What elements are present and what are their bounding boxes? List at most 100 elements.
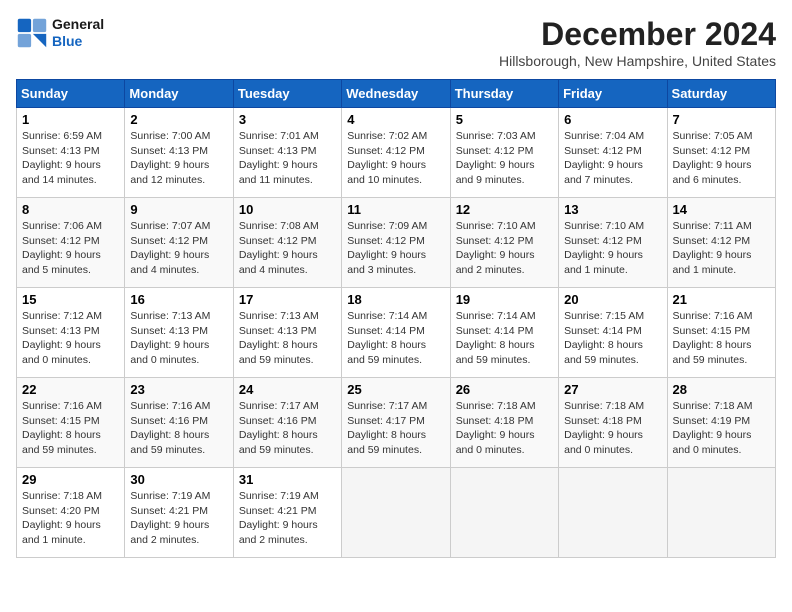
title-block: December 2024 Hillsborough, New Hampshir… — [499, 16, 776, 69]
calendar-cell: 30Sunrise: 7:19 AM Sunset: 4:21 PM Dayli… — [125, 468, 233, 558]
day-info: Sunrise: 7:18 AM Sunset: 4:20 PM Dayligh… — [22, 489, 119, 548]
day-number: 23 — [130, 382, 227, 397]
day-number: 10 — [239, 202, 336, 217]
day-number: 20 — [564, 292, 661, 307]
calendar-cell — [342, 468, 450, 558]
week-row-3: 15 Sunrise: 7:12 AM Sunset: 4:13 PM Dayli… — [17, 288, 776, 378]
day-number: 24 — [239, 382, 336, 397]
day-number: 19 — [456, 292, 553, 307]
day-info: Sunrise: 7:19 AM Sunset: 4:21 PM Dayligh… — [239, 489, 336, 548]
day-header-thursday: Thursday — [450, 80, 558, 108]
calendar-header-row: SundayMondayTuesdayWednesdayThursdayFrid… — [17, 80, 776, 108]
logo: General Blue — [16, 16, 104, 50]
calendar-cell — [667, 468, 775, 558]
calendar-cell: 21 Sunrise: 7:16 AM Sunset: 4:15 PM Dayli… — [667, 288, 775, 378]
day-number: 6 — [564, 112, 661, 127]
week-row-5: 29 Sunrise: 7:18 AM Sunset: 4:20 PM Dayli… — [17, 468, 776, 558]
calendar-cell: 1 Sunrise: 6:59 AM Sunset: 4:13 PM Daylig… — [17, 108, 125, 198]
day-number: 22 — [22, 382, 119, 397]
day-header-friday: Friday — [559, 80, 667, 108]
calendar-cell: 15 Sunrise: 7:12 AM Sunset: 4:13 PM Dayli… — [17, 288, 125, 378]
calendar-cell: 3 Sunrise: 7:01 AM Sunset: 4:13 PM Daylig… — [233, 108, 341, 198]
day-info: Sunrise: 7:18 AM Sunset: 4:18 PM Dayligh… — [564, 399, 661, 458]
day-header-tuesday: Tuesday — [233, 80, 341, 108]
calendar-cell: 18 Sunrise: 7:14 AM Sunset: 4:14 PM Dayli… — [342, 288, 450, 378]
day-info: Sunrise: 7:07 AM Sunset: 4:12 PM Dayligh… — [130, 219, 227, 278]
day-info: Sunrise: 7:06 AM Sunset: 4:12 PM Dayligh… — [22, 219, 119, 278]
day-number: 21 — [673, 292, 770, 307]
calendar-cell: 9 Sunrise: 7:07 AM Sunset: 4:12 PM Daylig… — [125, 198, 233, 288]
calendar-cell: 16Sunrise: 7:13 AM Sunset: 4:13 PM Dayli… — [125, 288, 233, 378]
day-info: Sunrise: 7:03 AM Sunset: 4:12 PM Dayligh… — [456, 129, 553, 188]
calendar-cell: 11Sunrise: 7:09 AM Sunset: 4:12 PM Dayli… — [342, 198, 450, 288]
week-row-2: 8 Sunrise: 7:06 AM Sunset: 4:12 PM Daylig… — [17, 198, 776, 288]
calendar-cell: 17Sunrise: 7:13 AM Sunset: 4:13 PM Dayli… — [233, 288, 341, 378]
day-number: 2 — [130, 112, 227, 127]
calendar-cell: 26 Sunrise: 7:18 AM Sunset: 4:18 PM Dayli… — [450, 378, 558, 468]
logo-icon — [16, 17, 48, 49]
day-number: 25 — [347, 382, 444, 397]
calendar-cell: 2Sunrise: 7:00 AM Sunset: 4:13 PM Daylig… — [125, 108, 233, 198]
calendar-title: December 2024 — [499, 16, 776, 53]
day-number: 28 — [673, 382, 770, 397]
day-number: 31 — [239, 472, 336, 487]
day-info: Sunrise: 7:12 AM Sunset: 4:13 PM Dayligh… — [22, 309, 119, 368]
day-number: 29 — [22, 472, 119, 487]
day-info: Sunrise: 7:04 AM Sunset: 4:12 PM Dayligh… — [564, 129, 661, 188]
calendar-cell: 14Sunrise: 7:11 AM Sunset: 4:12 PM Dayli… — [667, 198, 775, 288]
day-header-sunday: Sunday — [17, 80, 125, 108]
day-number: 18 — [347, 292, 444, 307]
calendar-cell — [450, 468, 558, 558]
day-header-saturday: Saturday — [667, 80, 775, 108]
day-info: Sunrise: 7:02 AM Sunset: 4:12 PM Dayligh… — [347, 129, 444, 188]
day-number: 5 — [456, 112, 553, 127]
day-info: Sunrise: 7:13 AM Sunset: 4:13 PM Dayligh… — [130, 309, 227, 368]
logo-line1: General — [52, 16, 104, 33]
day-number: 9 — [130, 202, 227, 217]
day-number: 12 — [456, 202, 553, 217]
day-info: Sunrise: 7:10 AM Sunset: 4:12 PM Dayligh… — [456, 219, 553, 278]
logo-line2: Blue — [52, 33, 104, 50]
day-info: Sunrise: 7:15 AM Sunset: 4:14 PM Dayligh… — [564, 309, 661, 368]
calendar-cell: 5 Sunrise: 7:03 AM Sunset: 4:12 PM Daylig… — [450, 108, 558, 198]
day-header-monday: Monday — [125, 80, 233, 108]
day-info: Sunrise: 7:18 AM Sunset: 4:18 PM Dayligh… — [456, 399, 553, 458]
calendar-cell: 28 Sunrise: 7:18 AM Sunset: 4:19 PM Dayli… — [667, 378, 775, 468]
day-info: Sunrise: 7:10 AM Sunset: 4:12 PM Dayligh… — [564, 219, 661, 278]
day-info: Sunrise: 6:59 AM Sunset: 4:13 PM Dayligh… — [22, 129, 119, 188]
day-info: Sunrise: 7:14 AM Sunset: 4:14 PM Dayligh… — [456, 309, 553, 368]
day-info: Sunrise: 7:18 AM Sunset: 4:19 PM Dayligh… — [673, 399, 770, 458]
calendar-cell: 19 Sunrise: 7:14 AM Sunset: 4:14 PM Dayli… — [450, 288, 558, 378]
calendar-cell: 12 Sunrise: 7:10 AM Sunset: 4:12 PM Dayli… — [450, 198, 558, 288]
day-number: 14 — [673, 202, 770, 217]
calendar-subtitle: Hillsborough, New Hampshire, United Stat… — [499, 53, 776, 69]
day-number: 8 — [22, 202, 119, 217]
page-header: General Blue December 2024 Hillsborough,… — [16, 16, 776, 69]
calendar-cell: 20 Sunrise: 7:15 AM Sunset: 4:14 PM Dayli… — [559, 288, 667, 378]
day-number: 27 — [564, 382, 661, 397]
calendar-cell: 24Sunrise: 7:17 AM Sunset: 4:16 PM Dayli… — [233, 378, 341, 468]
day-info: Sunrise: 7:01 AM Sunset: 4:13 PM Dayligh… — [239, 129, 336, 188]
day-number: 15 — [22, 292, 119, 307]
day-number: 26 — [456, 382, 553, 397]
day-number: 1 — [22, 112, 119, 127]
logo-text: General Blue — [52, 16, 104, 50]
day-number: 7 — [673, 112, 770, 127]
calendar-cell: 6 Sunrise: 7:04 AM Sunset: 4:12 PM Daylig… — [559, 108, 667, 198]
day-number: 11 — [347, 202, 444, 217]
calendar-cell: 27 Sunrise: 7:18 AM Sunset: 4:18 PM Dayli… — [559, 378, 667, 468]
calendar-cell: 4Sunrise: 7:02 AM Sunset: 4:12 PM Daylig… — [342, 108, 450, 198]
day-info: Sunrise: 7:14 AM Sunset: 4:14 PM Dayligh… — [347, 309, 444, 368]
calendar-cell: 23 Sunrise: 7:16 AM Sunset: 4:16 PM Dayli… — [125, 378, 233, 468]
calendar-table: SundayMondayTuesdayWednesdayThursdayFrid… — [16, 79, 776, 558]
day-info: Sunrise: 7:16 AM Sunset: 4:15 PM Dayligh… — [22, 399, 119, 458]
day-info: Sunrise: 7:05 AM Sunset: 4:12 PM Dayligh… — [673, 129, 770, 188]
day-info: Sunrise: 7:13 AM Sunset: 4:13 PM Dayligh… — [239, 309, 336, 368]
calendar-cell: 31 Sunrise: 7:19 AM Sunset: 4:21 PM Dayli… — [233, 468, 341, 558]
day-info: Sunrise: 7:16 AM Sunset: 4:16 PM Dayligh… — [130, 399, 227, 458]
calendar-cell: 10Sunrise: 7:08 AM Sunset: 4:12 PM Dayli… — [233, 198, 341, 288]
day-number: 3 — [239, 112, 336, 127]
calendar-cell: 7 Sunrise: 7:05 AM Sunset: 4:12 PM Daylig… — [667, 108, 775, 198]
calendar-cell: 8 Sunrise: 7:06 AM Sunset: 4:12 PM Daylig… — [17, 198, 125, 288]
day-info: Sunrise: 7:16 AM Sunset: 4:15 PM Dayligh… — [673, 309, 770, 368]
